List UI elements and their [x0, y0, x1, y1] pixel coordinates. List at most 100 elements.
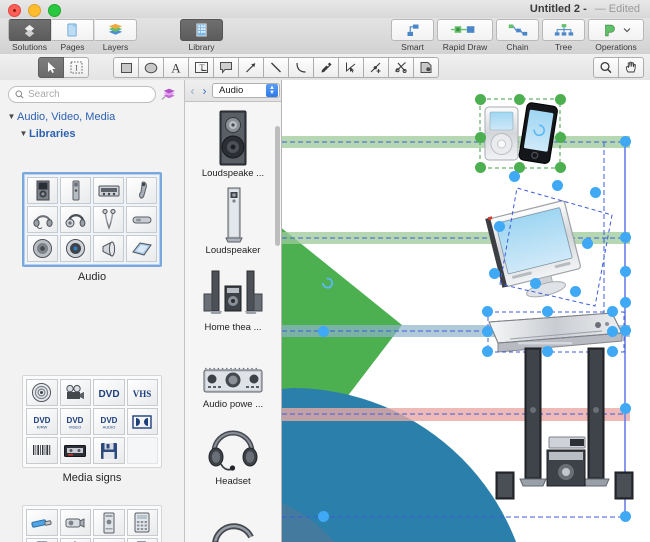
rectangle-tool[interactable]: [113, 57, 139, 78]
stencil-cell[interactable]: [26, 379, 58, 406]
rapid-draw-button[interactable]: Rapid Draw: [437, 19, 493, 52]
library-item[interactable]: Loudspeaker: [185, 179, 281, 256]
selection-handle[interactable]: [542, 306, 553, 317]
library-items-list[interactable]: Loudspeake ... Loudspeaker Home thea ...…: [185, 102, 281, 542]
selection-handle[interactable]: [494, 221, 505, 232]
arrow-tool[interactable]: [239, 57, 264, 78]
stencil-cell[interactable]: [60, 235, 91, 262]
library-back-button[interactable]: ‹: [188, 84, 197, 98]
smart-button[interactable]: Smart: [391, 19, 434, 52]
selection-handle[interactable]: [482, 326, 493, 337]
selection-handle[interactable]: [555, 94, 566, 105]
hand-tool[interactable]: [619, 57, 644, 78]
cut-path-tool[interactable]: [389, 57, 414, 78]
stencil-cell[interactable]: [26, 538, 58, 542]
stencil-grid[interactable]: [22, 505, 162, 542]
stencil-cell[interactable]: [59, 379, 91, 406]
selection-handle[interactable]: [530, 278, 541, 289]
operations-button[interactable]: Operations: [588, 19, 644, 52]
stencil-cell[interactable]: [93, 538, 125, 542]
stencil-layers-icon[interactable]: [160, 85, 178, 103]
stencil-cell[interactable]: [93, 177, 124, 204]
stencil-cell[interactable]: [93, 235, 124, 262]
selection-handle[interactable]: [607, 306, 618, 317]
library-item[interactable]: [185, 487, 281, 542]
stencil-cell[interactable]: [60, 177, 91, 204]
selection-handle[interactable]: [620, 403, 631, 414]
library-item[interactable]: Home thea ...: [185, 256, 281, 333]
selection-handle[interactable]: [582, 238, 593, 249]
selection-handle[interactable]: [475, 132, 486, 143]
chain-button[interactable]: Chain: [496, 19, 539, 52]
library-scrollbar[interactable]: [275, 126, 280, 246]
solutions-button[interactable]: Solutions: [8, 19, 51, 52]
search-input[interactable]: Search: [8, 85, 156, 103]
text-tool[interactable]: A: [164, 57, 189, 78]
selection-handle[interactable]: [489, 268, 500, 279]
tree-button[interactable]: Tree: [542, 19, 585, 52]
zoom-tool[interactable]: [593, 57, 619, 78]
callout-tool[interactable]: [214, 57, 239, 78]
disclosure-triangle-icon[interactable]: ▼: [6, 112, 17, 121]
minimize-button[interactable]: [28, 4, 41, 17]
stencil-cell[interactable]: [126, 177, 157, 204]
selection-handle[interactable]: [620, 511, 631, 522]
stencil-cell[interactable]: VHS: [126, 379, 158, 406]
stencil-cell[interactable]: [93, 437, 125, 464]
selection-handle[interactable]: [620, 325, 631, 336]
stencil-grid[interactable]: [22, 172, 162, 267]
stencil-grid[interactable]: DVD VHS DVD R/RW DVD VIDEO DVD AUDIO: [22, 375, 162, 468]
close-button[interactable]: [8, 4, 21, 17]
selection-handle[interactable]: [607, 326, 618, 337]
library-button[interactable]: Library: [180, 19, 223, 52]
stencil-cell[interactable]: DVD: [93, 379, 125, 406]
curve-tool[interactable]: [289, 57, 314, 78]
stencil-cell[interactable]: [126, 509, 158, 536]
pointer-tool[interactable]: [38, 57, 64, 78]
selection-handle[interactable]: [552, 180, 563, 191]
stencil-cell[interactable]: [26, 509, 58, 536]
selection-handle[interactable]: [620, 136, 631, 147]
layers-button[interactable]: Layers: [94, 19, 137, 52]
stencil-cell[interactable]: [93, 206, 124, 233]
diagram-canvas[interactable]: [282, 80, 650, 542]
selection-handle[interactable]: [475, 94, 486, 105]
selection-handle[interactable]: [509, 171, 520, 182]
selection-handle[interactable]: [318, 511, 329, 522]
selection-handle[interactable]: [607, 346, 618, 357]
selection-handle[interactable]: [570, 286, 581, 297]
selection-handle[interactable]: [482, 346, 493, 357]
stencil-cell[interactable]: [126, 408, 158, 435]
stencil-cell[interactable]: [126, 235, 157, 262]
selection-handle[interactable]: [514, 94, 525, 105]
zoom-button[interactable]: [48, 4, 61, 17]
stepper-icon[interactable]: ▲ ▼: [266, 84, 278, 97]
line-tool[interactable]: [264, 57, 289, 78]
pen-tool[interactable]: [314, 57, 339, 78]
stencil-cell[interactable]: [27, 177, 58, 204]
stencil-cell[interactable]: [59, 538, 91, 542]
stencil-cell[interactable]: [27, 206, 58, 233]
library-item[interactable]: Loudspeake ...: [185, 102, 281, 179]
library-selector[interactable]: Audio ▲ ▼: [212, 83, 280, 98]
disclosure-triangle-icon[interactable]: ▼: [18, 129, 29, 138]
stencil-cell[interactable]: [60, 206, 91, 233]
stencil-cell[interactable]: [93, 509, 125, 536]
add-point-tool[interactable]: [364, 57, 389, 78]
selection-handle[interactable]: [475, 162, 486, 173]
library-forward-button[interactable]: ›: [200, 84, 209, 98]
stencil-cell[interactable]: [126, 206, 157, 233]
selection-handle[interactable]: [542, 346, 553, 357]
stencil-cell[interactable]: DVD VIDEO: [59, 408, 91, 435]
selection-handle[interactable]: [555, 132, 566, 143]
selection-handle[interactable]: [482, 306, 493, 317]
library-item[interactable]: Audio powe ...: [185, 333, 281, 410]
tree-item-audio-video-media[interactable]: ▼ Audio, Video, Media: [0, 108, 184, 125]
selection-handle[interactable]: [620, 266, 631, 277]
library-item[interactable]: Headset: [185, 410, 281, 487]
stencil-cell[interactable]: [26, 437, 58, 464]
shadow-tool[interactable]: [414, 57, 439, 78]
pages-button[interactable]: Pages: [51, 19, 94, 52]
selection-handle[interactable]: [318, 326, 329, 337]
edit-point-tool[interactable]: [339, 57, 364, 78]
